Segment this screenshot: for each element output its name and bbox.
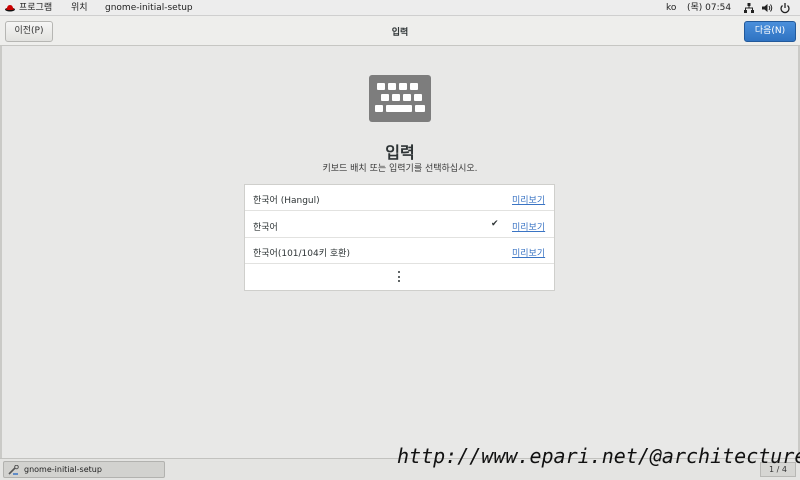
input-source-row[interactable]: 한국어 ✔ 미리보기 (245, 212, 554, 238)
header-bar: 이전(P) 입력 다음(N) (0, 16, 800, 46)
network-icon[interactable] (743, 2, 755, 14)
input-source-list: 한국어 (Hangul) 미리보기 한국어 ✔ 미리보기 한국어(101/104… (244, 184, 555, 291)
preview-link[interactable]: 미리보기 (512, 246, 545, 259)
input-source-name: 한국어 (Hangul) (253, 196, 320, 206)
window-border-left (0, 46, 2, 458)
taskbar-window-label: gnome-initial-setup (24, 465, 102, 474)
input-source-row[interactable]: 한국어(101/104키 호환) 미리보기 (245, 238, 554, 264)
more-input-sources-button[interactable] (245, 265, 554, 290)
next-button[interactable]: 다음(N) (744, 21, 796, 42)
clock[interactable]: (목) 07:54 (687, 2, 731, 14)
applications-menu[interactable]: 프로그램 (19, 2, 52, 14)
header-title: 입력 (391, 28, 409, 38)
input-source-name: 한국어(101/104키 호환) (253, 249, 350, 259)
tools-icon (8, 465, 19, 475)
power-icon[interactable] (779, 2, 791, 14)
input-source-row[interactable]: 한국어 (Hangul) 미리보기 (245, 185, 554, 211)
watermark-text: http://www.epari.net/@architecture (397, 444, 800, 468)
redhat-logo-icon[interactable] (4, 2, 16, 14)
places-menu[interactable]: 위치 (71, 2, 88, 14)
more-vertical-icon (395, 270, 403, 284)
volume-icon[interactable] (761, 2, 773, 14)
input-source-name: 한국어 (253, 223, 278, 233)
top-panel: 프로그램 위치 gnome-initial-setup ko (목) 07:54 (0, 0, 800, 16)
app-menu[interactable]: gnome-initial-setup (105, 2, 193, 14)
keyboard-icon (369, 75, 431, 122)
page-title: 입력 (385, 143, 415, 162)
preview-link[interactable]: 미리보기 (512, 220, 545, 233)
preview-link[interactable]: 미리보기 (512, 193, 545, 206)
page-subtitle: 키보드 배치 또는 입력기를 선택하십시오. (322, 164, 478, 174)
check-icon: ✔ (491, 219, 499, 229)
input-language-indicator[interactable]: ko (666, 2, 676, 14)
taskbar-window-button[interactable]: gnome-initial-setup (3, 461, 165, 478)
